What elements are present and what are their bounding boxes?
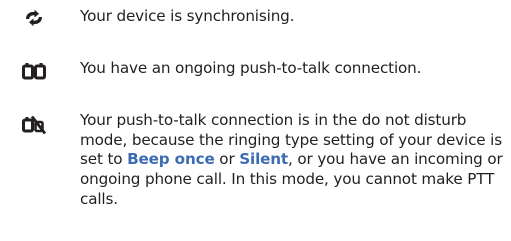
status-text-ptt-connection: You have an ongoing push-to-talk connect… [80,59,422,77]
beep-once-option: Beep once [127,150,215,169]
ptt-do-not-disturb-icon [22,116,46,134]
silent-option: Silent [239,150,289,169]
ptt-dnd-text-middle: or [214,150,240,169]
status-text-sync: Your device is synchronising. [80,7,295,25]
ptt-connection-icon [22,63,46,80]
status-text-ptt-dnd: Your push-to-talk connection is in the d… [80,111,505,210]
sync-icon [26,9,42,27]
